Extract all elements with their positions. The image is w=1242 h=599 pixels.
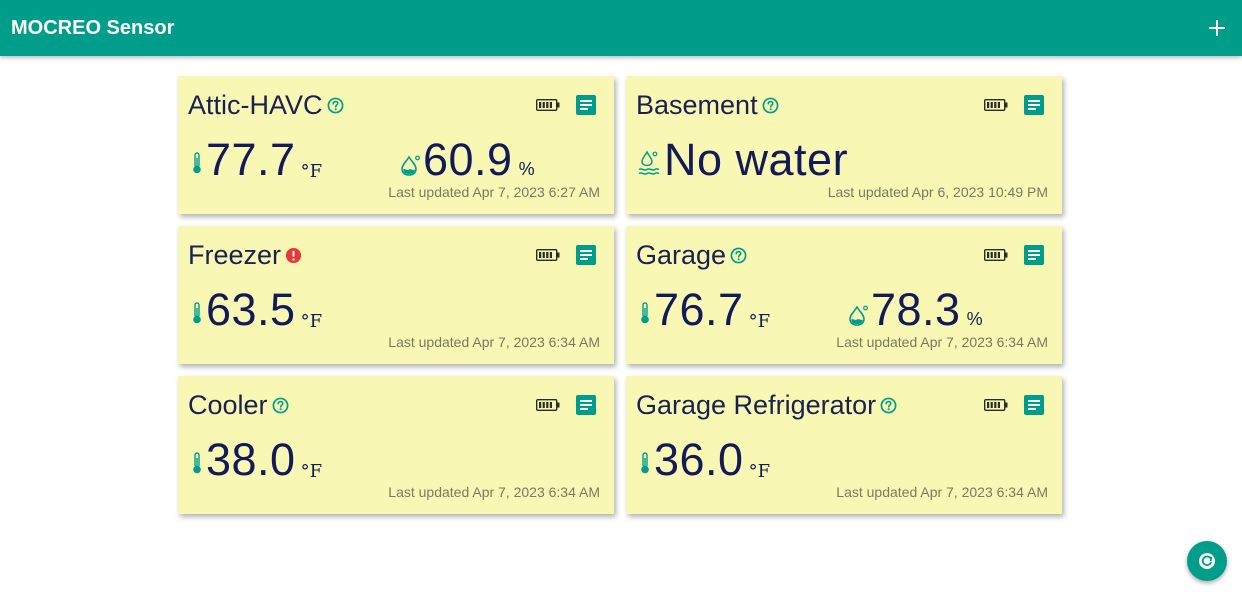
thermometer-icon (640, 302, 650, 324)
temperature-unit: °F (300, 461, 323, 482)
sensor-card[interactable]: Garage 76.7 °F 78.3 % Last updated Apr 7… (626, 226, 1062, 364)
sensor-card[interactable]: Cooler 38.0 °F Last updated Apr 7, 2023 … (178, 376, 614, 514)
leak-status: No water (664, 134, 849, 185)
log-document-icon[interactable] (1024, 395, 1044, 415)
sensor-card[interactable]: Attic-HAVC 77.7 °F 60.9 % Last updated A… (178, 76, 614, 214)
temperature-reading: 77.7 °F (192, 136, 322, 184)
sensor-name-row: Garage (636, 239, 747, 271)
sensor-name: Garage Refrigerator (636, 390, 877, 420)
temperature-value: 63.5 (206, 284, 296, 335)
thermometer-icon (640, 452, 650, 474)
sensor-name-row: Attic-HAVC (188, 89, 344, 121)
last-updated: Last updated Apr 7, 2023 6:34 AM (836, 484, 1048, 500)
help-circle-icon[interactable] (327, 97, 344, 114)
temperature-value: 77.7 (206, 134, 296, 185)
sensor-name-row: Basement (636, 89, 779, 121)
temperature-reading: 63.5 °F (192, 286, 322, 334)
humidity-value: 78.3 (871, 284, 961, 335)
thermometer-icon (192, 302, 202, 324)
sensor-name-row: Cooler (188, 389, 289, 421)
refresh-button[interactable] (1187, 541, 1227, 581)
sensor-name-row: Freezer (188, 239, 302, 271)
log-document-icon[interactable] (1024, 95, 1044, 115)
water-drop-icon (400, 154, 420, 176)
humidity-unit: % (518, 159, 535, 179)
temperature-value: 36.0 (654, 434, 744, 485)
sensor-name: Attic-HAVC (188, 90, 323, 120)
leak-reading: No water (638, 136, 848, 184)
last-updated: Last updated Apr 6, 2023 10:49 PM (827, 184, 1048, 200)
sensor-name: Basement (636, 90, 758, 120)
log-document-icon[interactable] (1024, 245, 1044, 265)
log-document-icon[interactable] (576, 395, 596, 415)
humidity-value: 60.9 (423, 134, 513, 185)
add-sensor-button[interactable] (1204, 14, 1230, 42)
refresh-icon (1199, 553, 1215, 569)
sensor-card[interactable]: Garage Refrigerator 36.0 °F Last updated… (626, 376, 1062, 514)
temperature-unit: °F (300, 311, 323, 332)
help-circle-icon[interactable] (880, 397, 897, 414)
sensor-card[interactable]: Basement No water Last updated Apr 6, 20… (626, 76, 1062, 214)
battery-full-icon (536, 399, 560, 411)
battery-full-icon (536, 99, 560, 111)
sensor-name-row: Garage Refrigerator (636, 389, 897, 421)
last-updated: Last updated Apr 7, 2023 6:34 AM (388, 484, 600, 500)
humidity-unit: % (966, 309, 983, 329)
help-circle-icon[interactable] (730, 247, 747, 264)
help-circle-icon[interactable] (762, 97, 779, 114)
plus-icon (1209, 20, 1225, 36)
temperature-unit: °F (748, 311, 771, 332)
temperature-reading: 36.0 °F (640, 436, 770, 484)
temperature-reading: 76.7 °F (640, 286, 770, 334)
temperature-reading: 38.0 °F (192, 436, 322, 484)
sensor-name: Freezer (188, 240, 282, 270)
battery-full-icon (984, 399, 1008, 411)
water-leak-icon (638, 150, 660, 176)
sensor-name: Cooler (188, 390, 268, 420)
last-updated: Last updated Apr 7, 2023 6:34 AM (836, 334, 1048, 350)
temperature-unit: °F (748, 461, 771, 482)
sensor-card[interactable]: Freezer 63.5 °F Last updated Apr 7, 2023… (178, 226, 614, 364)
log-document-icon[interactable] (576, 95, 596, 115)
battery-full-icon (536, 249, 560, 261)
battery-full-icon (984, 249, 1008, 261)
temperature-unit: °F (300, 161, 323, 182)
alert-circle-icon[interactable] (285, 247, 302, 264)
temperature-value: 38.0 (206, 434, 296, 485)
humidity-reading: 78.3 % (848, 286, 983, 334)
log-document-icon[interactable] (576, 245, 596, 265)
humidity-reading: 60.9 % (400, 136, 535, 184)
last-updated: Last updated Apr 7, 2023 6:27 AM (388, 184, 600, 200)
app-header: MOCREO Sensor (0, 0, 1242, 56)
app-title: MOCREO Sensor (11, 17, 175, 39)
water-drop-icon (848, 304, 868, 326)
thermometer-icon (192, 152, 202, 174)
last-updated: Last updated Apr 7, 2023 6:34 AM (388, 334, 600, 350)
battery-full-icon (984, 99, 1008, 111)
thermometer-icon (192, 452, 202, 474)
temperature-value: 76.7 (654, 284, 744, 335)
sensor-name: Garage (636, 240, 727, 270)
help-circle-icon[interactable] (272, 397, 289, 414)
